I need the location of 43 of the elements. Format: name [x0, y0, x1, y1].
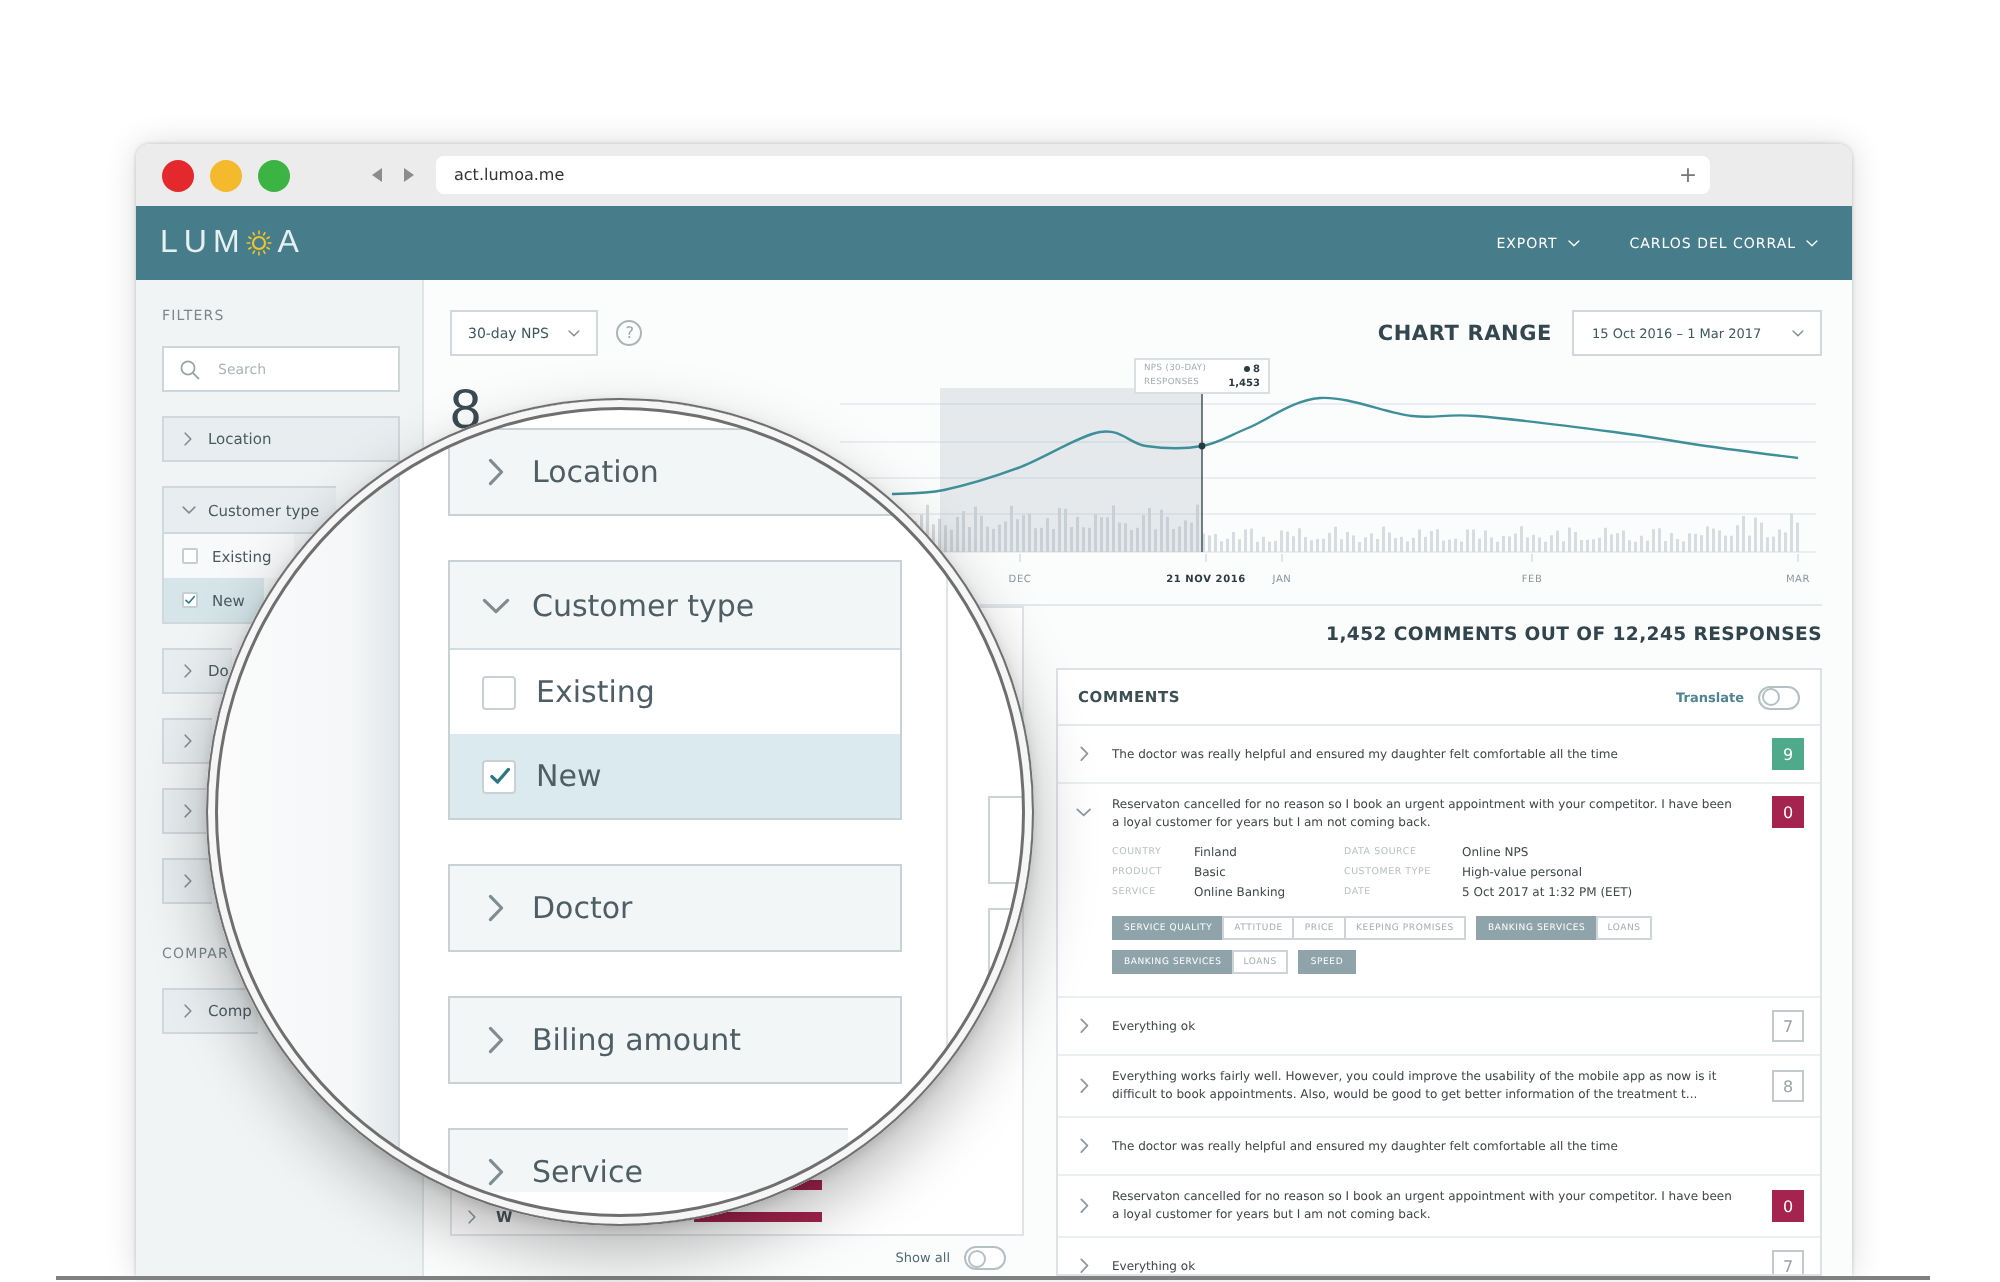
filter-item[interactable]: Service	[448, 1128, 848, 1192]
data-point	[1198, 442, 1206, 450]
toggle-switch[interactable]	[1758, 685, 1800, 709]
forward-arrow-icon[interactable]	[404, 168, 414, 182]
score-badge: 0	[1772, 1190, 1804, 1222]
filter-item[interactable]	[162, 718, 212, 764]
filter-item[interactable]: Doctor	[448, 864, 902, 952]
back-arrow-icon[interactable]	[372, 168, 382, 182]
score-badge: 7	[1772, 1010, 1804, 1042]
checkbox[interactable]	[482, 675, 516, 709]
maximize-icon[interactable]	[258, 159, 290, 191]
filter-item[interactable]	[162, 788, 212, 834]
comments-summary: 1,452 COMMENTS OUT OF 12,245 RESPONSES	[1326, 624, 1822, 648]
address-field[interactable]: act.lumoa.me	[436, 156, 1672, 194]
score-badge: 8	[1772, 1070, 1804, 1102]
filter-header[interactable]: Customer type	[450, 562, 900, 650]
chevron-down-icon	[1806, 239, 1818, 247]
dot-icon	[1244, 366, 1251, 372]
logo-text: LUM	[160, 225, 246, 261]
chevron-right-icon	[468, 1209, 476, 1223]
chevron-down-icon	[1792, 329, 1804, 337]
chevron-down-icon	[568, 329, 581, 337]
checkbox[interactable]	[182, 592, 198, 608]
checkmark-icon	[184, 594, 196, 606]
search-icon	[180, 359, 200, 379]
checkbox[interactable]	[182, 548, 198, 564]
chevron-down-icon	[1567, 239, 1580, 247]
checkmark-icon	[487, 764, 511, 788]
score-badge: 9	[1772, 738, 1804, 770]
checkbox[interactable]	[482, 759, 516, 793]
close-icon[interactable]	[162, 159, 194, 191]
filter-item[interactable]: Biling amount	[448, 996, 902, 1084]
new-tab-button[interactable]: +	[1672, 156, 1710, 194]
filter-option[interactable]: New	[450, 734, 900, 818]
score-bar	[694, 1211, 822, 1221]
range-label: CHART RANGE	[1377, 321, 1552, 345]
score-badge: 0	[1772, 796, 1804, 828]
score-badge: 7	[1772, 1250, 1804, 1274]
minimize-icon[interactable]	[210, 159, 242, 191]
logo-text: A	[277, 225, 305, 261]
sun-icon	[245, 230, 272, 256]
filter-item[interactable]	[162, 858, 212, 904]
toggle-switch[interactable]	[964, 1246, 1006, 1270]
